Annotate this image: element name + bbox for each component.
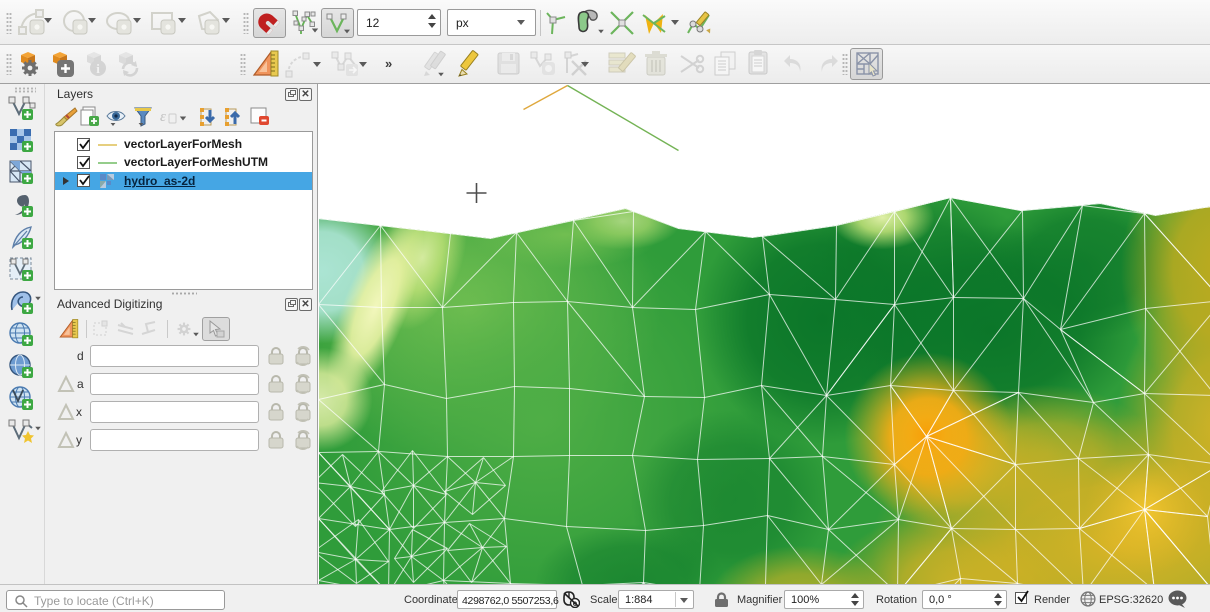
svg-text:ε: ε — [160, 109, 166, 125]
svg-text:i: i — [96, 61, 100, 76]
